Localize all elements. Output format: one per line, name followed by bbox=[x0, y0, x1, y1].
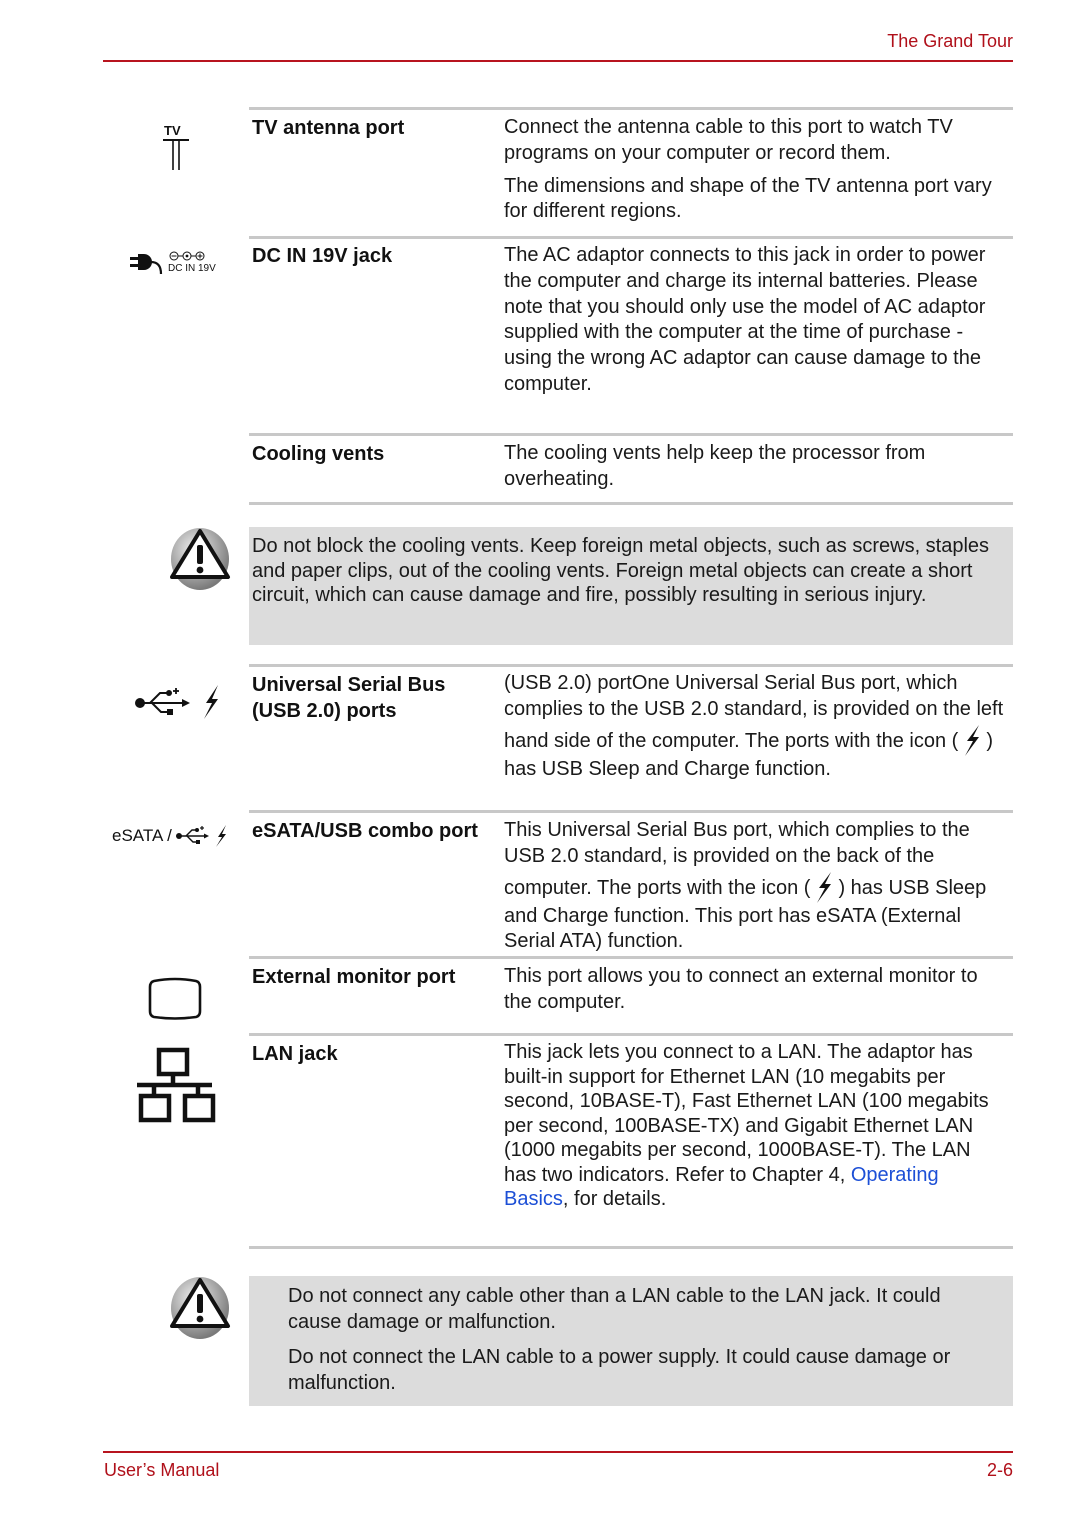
esata-usb-icon: eSATA / bbox=[112, 824, 228, 848]
desc-esata-usb-port: This Universal Serial Bus port, which co… bbox=[504, 818, 1004, 955]
desc-text: , for details. bbox=[562, 1188, 667, 1210]
warning-text-lan: Do not connect any cable other than a LA… bbox=[288, 1283, 998, 1396]
warning-text-cooling: Do not block the cooling vents. Keep for… bbox=[252, 534, 992, 608]
warning-paragraph: Do not block the cooling vents. Keep for… bbox=[252, 535, 990, 606]
desc-external-monitor-port: This port allows you to connect an exter… bbox=[504, 964, 1004, 1016]
desc-paragraph: Connect the antenna cable to this port t… bbox=[504, 116, 953, 164]
footer-manual-label: User’s Manual bbox=[104, 1460, 220, 1480]
usb-sleep-charge-bolt-icon bbox=[813, 870, 835, 904]
row-divider bbox=[249, 956, 1013, 959]
term-dc-in-jack: DC IN 19V jack bbox=[252, 245, 393, 267]
esata-icon-label: eSATA / bbox=[112, 826, 172, 845]
term-usb-ports: Universal Serial Bus (USB 2.0) ports bbox=[252, 674, 446, 722]
desc-text: (USB 2.0) portOne Universal Serial Bus p… bbox=[504, 672, 1004, 752]
dc-in-icon-label: DC IN 19V bbox=[168, 263, 216, 274]
warning-icon bbox=[168, 527, 232, 596]
term-external-monitor-port: External monitor port bbox=[252, 966, 456, 988]
desc-tv-antenna-port: Connect the antenna cable to this port t… bbox=[504, 115, 1004, 225]
row-divider bbox=[249, 1246, 1013, 1249]
footer-rule bbox=[103, 1451, 1013, 1453]
row-divider bbox=[249, 502, 1013, 505]
warning-paragraph: Do not connect any cable other than a LA… bbox=[288, 1285, 941, 1333]
term-tv-antenna-port: TV antenna port bbox=[252, 117, 405, 139]
page-number: 2-6 bbox=[986, 1460, 1013, 1480]
term-lan-jack: LAN jack bbox=[252, 1043, 338, 1065]
desc-paragraph: The dimensions and shape of the TV anten… bbox=[504, 174, 992, 223]
desc-usb-ports: (USB 2.0) portOne Universal Serial Bus p… bbox=[504, 671, 1004, 782]
desc-dc-in-jack: The AC adaptor connects to this jack in … bbox=[504, 243, 1004, 398]
external-monitor-icon bbox=[148, 977, 202, 1026]
row-divider bbox=[249, 810, 1013, 813]
desc-lan-jack: This jack lets you connect to a LAN. The… bbox=[504, 1040, 1004, 1212]
term-cooling-vents: Cooling vents bbox=[252, 443, 385, 465]
row-divider bbox=[249, 1033, 1013, 1036]
tv-antenna-icon: TV bbox=[160, 122, 192, 177]
usb-sleep-charge-bolt-icon bbox=[961, 723, 983, 757]
svg-text:TV: TV bbox=[164, 123, 181, 138]
desc-paragraph: The cooling vents help keep the processo… bbox=[504, 442, 926, 490]
usb-sleep-charge-icon bbox=[134, 683, 224, 726]
section-title: The Grand Tour bbox=[887, 31, 1013, 51]
row-divider bbox=[249, 107, 1013, 110]
desc-cooling-vents: The cooling vents help keep the processo… bbox=[504, 441, 1004, 493]
row-divider bbox=[249, 433, 1013, 436]
desc-paragraph: The AC adaptor connects to this jack in … bbox=[504, 244, 986, 395]
row-divider bbox=[249, 236, 1013, 239]
desc-paragraph: This port allows you to connect an exter… bbox=[504, 965, 978, 1013]
term-esata-usb-port: eSATA/USB combo port bbox=[252, 820, 478, 842]
warning-paragraph: Do not connect the LAN cable to a power … bbox=[288, 1346, 951, 1394]
header-rule bbox=[103, 60, 1013, 62]
dc-in-icon: DC IN 19V bbox=[130, 250, 226, 283]
lan-icon bbox=[136, 1047, 216, 1128]
warning-icon bbox=[168, 1276, 232, 1345]
row-divider bbox=[249, 664, 1013, 667]
